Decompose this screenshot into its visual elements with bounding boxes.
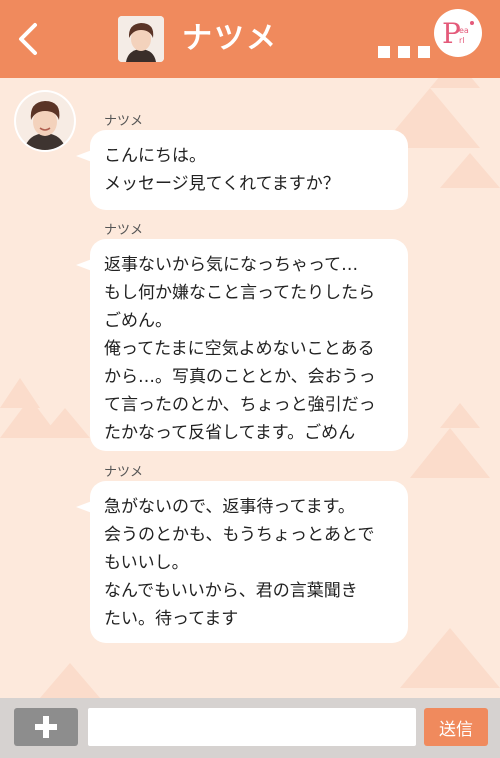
sender-name: ナツメ [104, 465, 144, 480]
attach-button[interactable] [14, 708, 78, 746]
more-button[interactable] [378, 28, 430, 58]
app-header: ナツメ P ea rl [0, 0, 500, 78]
message-bubble[interactable]: こんにちは。 メッセージ見てくれてますか？ [76, 130, 408, 210]
sender-name: ナツメ [104, 223, 144, 238]
back-button[interactable] [6, 14, 50, 64]
more-dots-icon [378, 46, 390, 58]
message-bubble[interactable]: 急がないので、返事待ってます。 会うのとかも、もうちょっとあとで もいいし。 な… [76, 481, 408, 643]
input-bar: 送信 [0, 698, 500, 758]
svg-text:rl: rl [459, 36, 465, 45]
plus-icon [35, 716, 57, 738]
sender-name: ナツメ [104, 114, 144, 129]
svg-text:ea: ea [459, 26, 469, 35]
chat-title: ナツメ [182, 21, 278, 56]
more-dots-icon [398, 46, 410, 58]
avatar-image [16, 92, 74, 150]
more-dots-icon [418, 46, 430, 58]
header-avatar[interactable] [118, 16, 164, 62]
pearl-logo: P ea rl [434, 9, 482, 57]
message-bubble[interactable]: 返事ないから気になっちゃって… もし何か嫌なこと言ってたりしたら ごめん。 俺っ… [76, 239, 408, 451]
message-input[interactable] [88, 708, 416, 746]
send-button[interactable]: 送信 [424, 708, 488, 746]
avatar-image [118, 16, 164, 62]
chevron-left-icon [19, 23, 37, 55]
contact-avatar[interactable] [16, 92, 74, 150]
chat-area[interactable]: ナツメ こんにちは。 メッセージ見てくれてますか？ ナツメ 返事ないから気になっ… [0, 78, 500, 698]
